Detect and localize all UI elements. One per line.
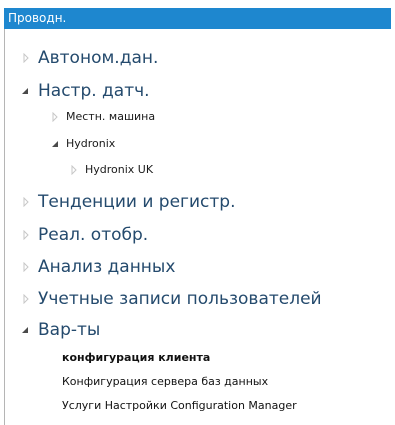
expanded-arrow-icon[interactable] <box>20 86 30 96</box>
panel-header: Проводн. <box>4 8 391 29</box>
expanded-arrow-icon[interactable] <box>50 139 60 149</box>
tree-item-konfig-servera[interactable]: Конфигурация сервера баз данных <box>62 374 268 390</box>
collapsed-arrow-icon[interactable] <box>21 197 31 207</box>
expanded-arrow-icon[interactable] <box>20 325 30 335</box>
tree-item-uchetnye[interactable]: Учетные записи пользователей <box>38 288 322 310</box>
tree-item-avtonom[interactable]: Автоном.дан. <box>38 47 158 69</box>
collapsed-arrow-icon[interactable] <box>21 262 31 272</box>
tree-item-nastr[interactable]: Настр. датч. <box>38 80 150 102</box>
tree-item-analiz[interactable]: Анализ данных <box>38 256 175 278</box>
tree-item-tendencii[interactable]: Тенденции и регистр. <box>38 191 235 213</box>
tree-item-konfig-klienta[interactable]: конфигурация клиента <box>62 350 210 366</box>
collapsed-arrow-icon[interactable] <box>69 165 79 175</box>
panel-border <box>4 29 5 425</box>
tree-item-real[interactable]: Реал. отобр. <box>38 224 148 246</box>
tree-item-varty[interactable]: Вар-ты <box>38 319 100 341</box>
tree-item-hydronix[interactable]: Hydronix <box>66 136 115 152</box>
tree-item-hydronix-uk[interactable]: Hydronix UK <box>85 162 153 178</box>
collapsed-arrow-icon[interactable] <box>21 230 31 240</box>
tree-item-mestn[interactable]: Местн. машина <box>66 109 155 125</box>
collapsed-arrow-icon[interactable] <box>21 53 31 63</box>
collapsed-arrow-icon[interactable] <box>50 112 60 122</box>
collapsed-arrow-icon[interactable] <box>21 294 31 304</box>
tree-item-uslugi[interactable]: Услуги Настройки Configuration Manager <box>62 398 297 414</box>
navigation-panel: Проводн. Автоном.дан. Настр. датч. Местн… <box>0 0 395 425</box>
